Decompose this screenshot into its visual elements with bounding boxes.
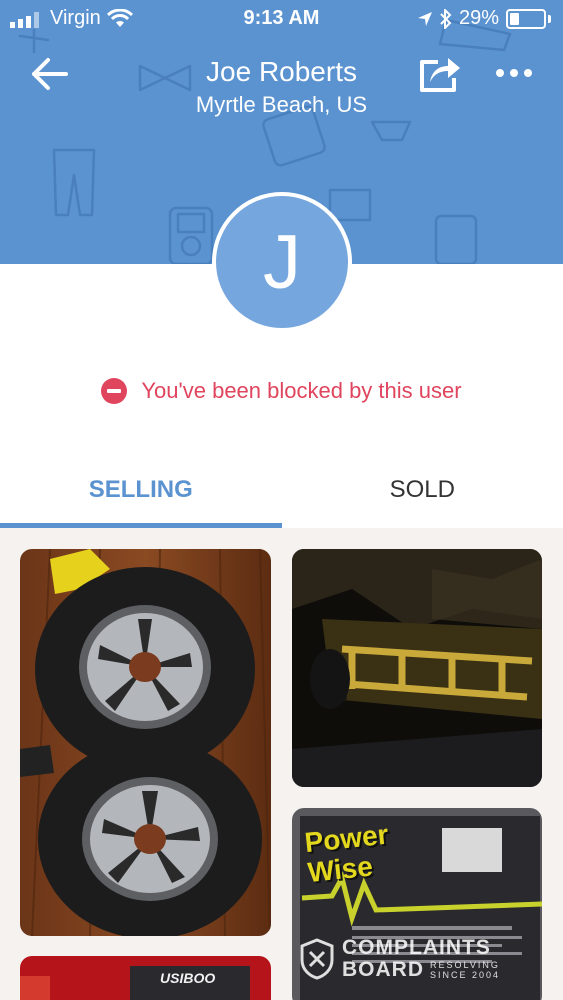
more-options-button[interactable] xyxy=(492,58,536,88)
bluetooth-icon xyxy=(440,8,452,29)
watermark-line3a: RESOLVING xyxy=(430,960,500,970)
tab-selling-label: SELLING xyxy=(88,476,193,503)
tab-selling[interactable]: SELLING xyxy=(0,452,282,528)
avatar[interactable]: J xyxy=(212,192,352,332)
status-bar: Virgin 9:13 AM 29% xyxy=(0,0,563,38)
avatar-initial: J xyxy=(263,219,301,305)
tab-sold[interactable]: SOLD xyxy=(282,452,563,528)
watermark-line1: COMPLAINTS xyxy=(342,936,491,959)
battery-level-fill xyxy=(510,12,520,25)
shield-logo-icon xyxy=(300,938,334,980)
profile-title-block: Joe Roberts Myrtle Beach, US xyxy=(0,56,563,120)
watermark-line2: BOARD xyxy=(342,958,424,981)
tab-sold-label: SOLD xyxy=(389,476,455,503)
listing-card-wheels[interactable] xyxy=(20,549,271,936)
red-item-label: USIBOO xyxy=(160,970,216,986)
blocked-notice: You've been blocked by this user xyxy=(0,378,563,404)
more-horizontal-icon xyxy=(496,69,532,77)
utility-trailer-photo xyxy=(292,549,542,787)
listing-card-red-item[interactable]: USIBOO xyxy=(20,956,271,1000)
red-item-photo xyxy=(20,956,271,1000)
listing-grid: Power Wise USIBOO xyxy=(0,528,563,1000)
powerwise-label: Power Wise xyxy=(303,818,390,889)
wheels-and-tires-photo xyxy=(20,549,271,936)
share-icon xyxy=(420,58,460,92)
profile-location: Myrtle Beach, US xyxy=(195,92,368,117)
blocked-message: You've been blocked by this user xyxy=(141,378,462,403)
watermark-line3b: SINCE 2004 xyxy=(430,970,501,980)
battery-tip xyxy=(548,14,551,23)
no-entry-icon xyxy=(101,378,128,404)
profile-name: Joe Roberts xyxy=(206,56,357,87)
listing-card-trailer[interactable] xyxy=(292,549,542,787)
battery-icon xyxy=(506,8,546,29)
location-arrow-icon xyxy=(417,11,432,26)
battery-percent: 29% xyxy=(458,7,499,29)
listing-tabs: SELLING SOLD xyxy=(0,452,563,528)
share-button[interactable] xyxy=(416,50,462,96)
complaintsboard-watermark: COMPLAINTS BOARD RESOLVING SINCE 2004 xyxy=(300,934,520,984)
